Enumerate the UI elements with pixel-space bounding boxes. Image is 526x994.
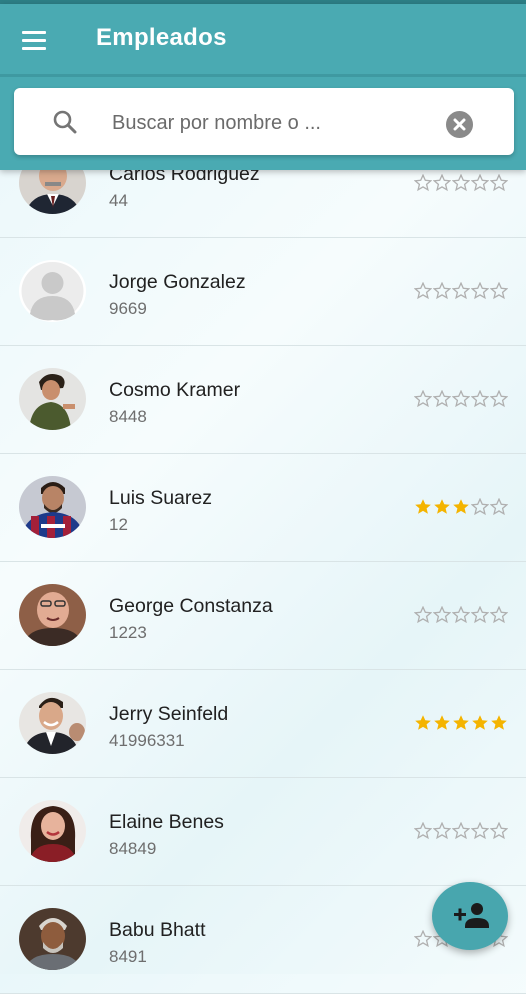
avatar <box>19 800 86 862</box>
avatar <box>19 908 86 970</box>
add-person-icon <box>454 903 489 928</box>
star-rating[interactable] <box>414 822 510 840</box>
star-outline-icon[interactable] <box>414 822 432 840</box>
star-outline-icon[interactable] <box>471 606 489 624</box>
star-rating[interactable] <box>414 390 510 408</box>
star-filled-icon[interactable] <box>414 714 432 732</box>
star-filled-icon[interactable] <box>414 498 432 516</box>
employee-id: 44 <box>109 191 128 210</box>
avatar <box>19 692 86 754</box>
employee-id: 1223 <box>109 623 147 642</box>
star-filled-icon[interactable] <box>452 714 470 732</box>
list-item[interactable]: Luis Suarez 12 <box>0 454 526 562</box>
star-outline-icon[interactable] <box>452 390 470 408</box>
star-outline-icon[interactable] <box>433 606 451 624</box>
employee-id: 12 <box>109 515 128 534</box>
star-filled-icon[interactable] <box>433 714 451 732</box>
app-bar: Empleados <box>0 4 526 170</box>
list-item[interactable]: Elaine Benes 84849 <box>0 778 526 886</box>
employee-id: 41996331 <box>109 731 185 750</box>
list-item[interactable]: Cosmo Kramer 8448 <box>0 346 526 454</box>
star-rating[interactable] <box>414 282 510 300</box>
star-outline-icon[interactable] <box>433 822 451 840</box>
employee-id: 9669 <box>109 299 147 318</box>
star-rating[interactable] <box>414 714 510 732</box>
employee-name: Babu Bhatt <box>109 919 206 941</box>
menu-icon[interactable] <box>14 22 56 56</box>
appbar-divider <box>0 74 526 77</box>
star-outline-icon[interactable] <box>490 606 508 624</box>
star-outline-icon[interactable] <box>490 822 508 840</box>
employee-name: Jerry Seinfeld <box>109 703 229 725</box>
avatar <box>19 476 86 538</box>
star-rating[interactable] <box>414 498 510 516</box>
star-outline-icon[interactable] <box>433 282 451 300</box>
page-title: Empleados <box>96 24 227 51</box>
star-outline-icon[interactable] <box>490 282 508 300</box>
star-outline-icon[interactable] <box>471 822 489 840</box>
list-item[interactable]: Jorge Gonzalez 9669 <box>0 238 526 346</box>
star-outline-icon[interactable] <box>433 390 451 408</box>
star-outline-icon[interactable] <box>414 930 432 948</box>
employee-id: 8491 <box>109 947 147 966</box>
star-filled-icon[interactable] <box>490 714 508 732</box>
list-item[interactable]: George Constanza 1223 <box>0 562 526 670</box>
star-outline-icon[interactable] <box>471 174 489 192</box>
search-icon[interactable] <box>52 109 78 135</box>
star-rating[interactable] <box>414 174 510 192</box>
star-outline-icon[interactable] <box>490 390 508 408</box>
employee-list: Carlos Rodriguez 44 Jorge Gonzalez 9669 <box>0 130 526 994</box>
employee-name: Cosmo Kramer <box>109 379 241 401</box>
employee-name: Luis Suarez <box>109 487 212 509</box>
employee-id: 8448 <box>109 407 147 426</box>
list-item[interactable]: Jerry Seinfeld 41996331 <box>0 670 526 778</box>
star-outline-icon[interactable] <box>471 282 489 300</box>
star-outline-icon[interactable] <box>414 606 432 624</box>
star-filled-icon[interactable] <box>452 498 470 516</box>
star-filled-icon[interactable] <box>433 498 451 516</box>
star-outline-icon[interactable] <box>414 390 432 408</box>
employee-id: 84849 <box>109 839 157 858</box>
star-outline-icon[interactable] <box>452 282 470 300</box>
star-outline-icon[interactable] <box>452 174 470 192</box>
star-outline-icon[interactable] <box>433 174 451 192</box>
star-filled-icon[interactable] <box>471 714 489 732</box>
star-outline-icon[interactable] <box>452 606 470 624</box>
star-outline-icon[interactable] <box>490 174 508 192</box>
avatar-placeholder <box>19 260 86 322</box>
employee-name: Elaine Benes <box>109 811 224 833</box>
star-rating[interactable] <box>414 606 510 624</box>
employee-name: Jorge Gonzalez <box>109 271 246 293</box>
clear-icon[interactable] <box>446 111 473 138</box>
star-outline-icon[interactable] <box>490 498 508 516</box>
star-outline-icon[interactable] <box>414 174 432 192</box>
star-outline-icon[interactable] <box>471 390 489 408</box>
employee-name: George Constanza <box>109 595 273 617</box>
avatar <box>19 584 86 646</box>
search-bar <box>14 88 514 155</box>
star-outline-icon[interactable] <box>452 822 470 840</box>
search-input[interactable] <box>110 107 434 139</box>
star-outline-icon[interactable] <box>414 282 432 300</box>
avatar <box>19 368 86 430</box>
star-outline-icon[interactable] <box>471 498 489 516</box>
add-employee-button[interactable] <box>432 882 508 950</box>
